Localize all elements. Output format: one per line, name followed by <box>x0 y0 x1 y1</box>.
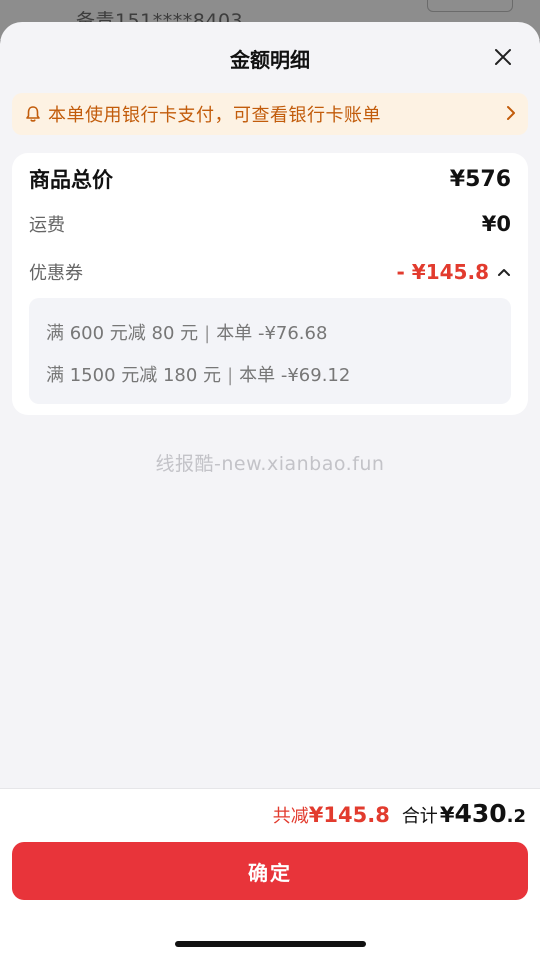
reduce-label: 共减 <box>272 806 309 827</box>
coupon-rule: 满 1500 元减 180 元 <box>46 365 222 386</box>
watermark-text: 线报酷-new.xianbao.fun <box>155 453 385 475</box>
coupon-value: - ¥145.8 <box>396 260 489 284</box>
confirm-button[interactable]: 确定 <box>12 842 528 900</box>
close-button[interactable] <box>492 46 514 68</box>
coupon-row[interactable]: 优惠券 - ¥145.8 <box>29 257 511 287</box>
home-indicator[interactable] <box>175 941 366 947</box>
close-icon <box>495 49 511 65</box>
goods-total-row: 商品总价 ¥576 <box>29 163 511 195</box>
background-button-outline <box>427 0 513 12</box>
coupon-detail: 本单 -¥69.12 <box>239 365 351 386</box>
coupon-detail-box: 满 600 元减 80 元 | 本单 -¥76.68 满 1500 元减 180 元… <box>29 298 511 404</box>
total-integer: 430 <box>454 799 507 828</box>
notice-text: 本单使用银行卡支付，可查看银行卡账单 <box>48 105 381 126</box>
sheet-title: 金额明细 <box>230 48 310 72</box>
chevron-right-icon <box>506 105 516 125</box>
amount-detail-sheet: 金额明细 本单使用银行卡支付，可查看银行卡账单 商品总价 ¥576 运费 ¥0 … <box>0 22 540 958</box>
coupon-rule: 满 600 元减 80 元 <box>46 323 199 344</box>
separator: | <box>204 323 211 344</box>
total-label: 合计 <box>401 806 438 827</box>
shipping-label: 运费 <box>29 215 65 236</box>
shipping-row: 运费 ¥0 <box>29 209 511 239</box>
coupon-label: 优惠券 <box>29 263 83 284</box>
goods-total-label: 商品总价 <box>29 168 113 192</box>
shipping-value: ¥0 <box>481 212 511 236</box>
bank-card-notice[interactable]: 本单使用银行卡支付，可查看银行卡账单 <box>12 93 528 135</box>
price-breakdown-card: 商品总价 ¥576 运费 ¥0 优惠券 - ¥145.8 满 600 元减 80… <box>12 153 528 415</box>
chevron-up-icon[interactable] <box>497 267 511 277</box>
bottom-bar: 共减 ¥145.8 合计 ¥ 430 .2 确定 <box>0 788 540 958</box>
total-decimal: .2 <box>506 806 526 827</box>
coupon-detail: 本单 -¥76.68 <box>216 323 328 344</box>
goods-total-value: ¥576 <box>449 166 511 192</box>
bell-icon <box>24 105 42 123</box>
total-currency: ¥ <box>439 803 455 827</box>
sheet-header: 金额明细 <box>0 22 540 92</box>
coupon-item: 满 1500 元减 180 元 | 本单 -¥69.12 <box>46 361 350 387</box>
coupon-value-group: - ¥145.8 <box>397 260 511 284</box>
separator: | <box>227 365 234 386</box>
reduce-value: ¥145.8 <box>308 803 390 827</box>
coupon-item: 满 600 元减 80 元 | 本单 -¥76.68 <box>46 319 327 345</box>
order-summary: 共减 ¥145.8 合计 ¥ 430 .2 <box>273 799 526 828</box>
